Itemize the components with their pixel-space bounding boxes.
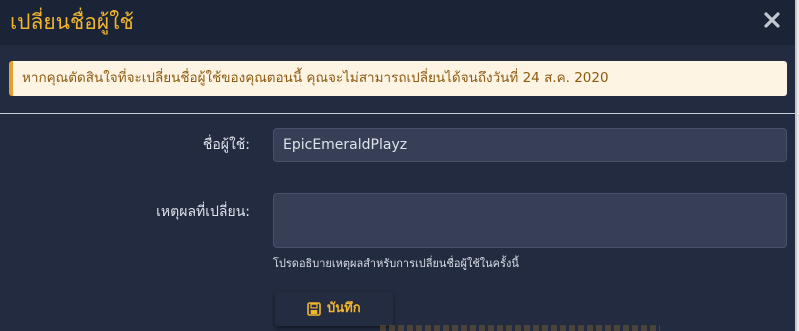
username-change-warning: หากคุณตัดสินใจที่จะเปลี่ยนชื่อผู้ใช้ของค… (9, 61, 787, 96)
save-button-label: บันทึก (327, 301, 361, 316)
dialog-title: เปลี่ยนชื่อผู้ใช้ (10, 10, 134, 34)
close-button[interactable] (761, 9, 783, 31)
reason-label: เหตุผลที่เปลี่ยน: (156, 204, 250, 220)
save-button[interactable]: บันทึก (275, 292, 393, 326)
warning-message: หากคุณตัดสินใจที่จะเปลี่ยนชื่อผู้ใช้ของค… (22, 70, 609, 86)
reason-help-text: โปรดอธิบายเหตุผลสำหรับการเปลี่ยนชื่อผู้ใ… (273, 257, 519, 270)
partially-visible-content (380, 325, 660, 331)
username-label: ชื่อผู้ใช้: (202, 137, 250, 153)
username-input[interactable] (273, 128, 787, 162)
close-icon (764, 12, 780, 28)
reason-input[interactable] (273, 193, 787, 248)
save-icon (307, 302, 321, 316)
dialog-header: เปลี่ยนชื่อผู้ใช้ (0, 0, 795, 45)
change-username-dialog: เปลี่ยนชื่อผู้ใช้ หากคุณตัดสินใจที่จะเปล… (0, 0, 797, 331)
divider (0, 113, 795, 114)
